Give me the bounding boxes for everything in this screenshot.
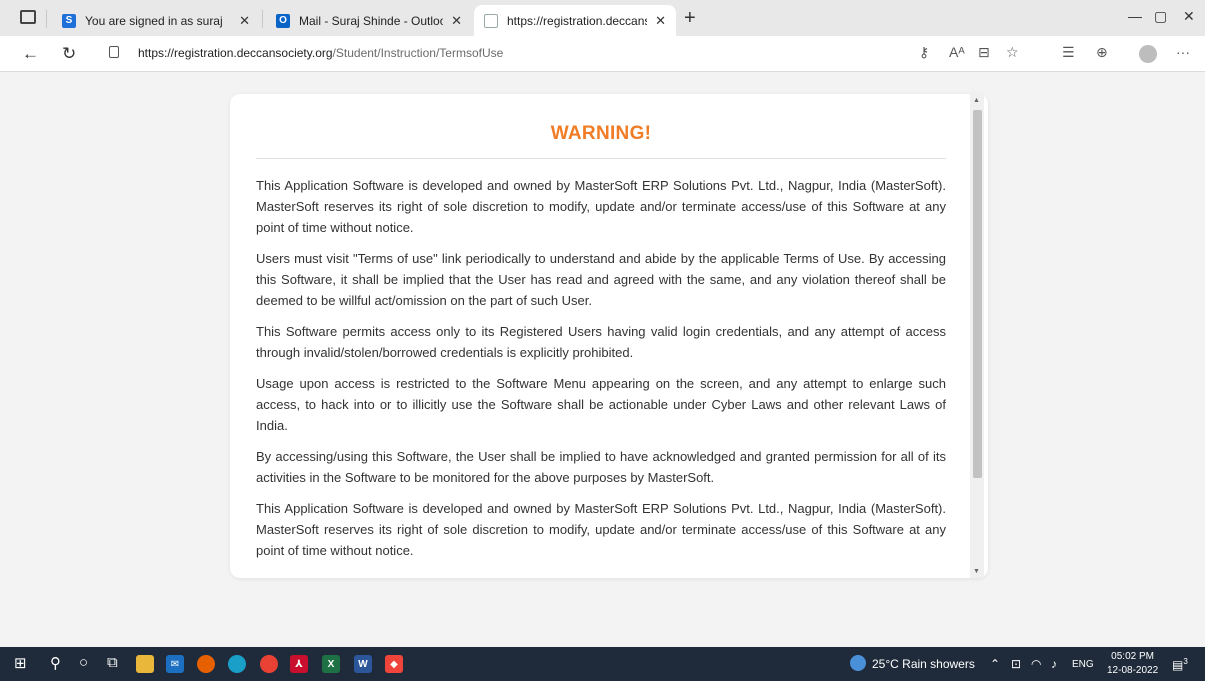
warning-paragraph: Users must visit "Terms of use" link per…: [256, 251, 946, 308]
refresh-button[interactable]: ↻: [62, 44, 76, 64]
edge-icon[interactable]: [228, 655, 246, 673]
minimize-button[interactable]: —: [1128, 8, 1142, 24]
close-window-button[interactable]: ✕: [1183, 8, 1195, 25]
warning-paragraph: This Application Software is developed a…: [256, 178, 946, 235]
notification-count: 3: [1183, 657, 1188, 666]
favorites-list-icon[interactable]: ☰: [1062, 44, 1075, 61]
immersive-reader-icon[interactable]: ⊟: [978, 44, 990, 61]
volume-icon[interactable]: ♪: [1051, 657, 1057, 671]
restore-button[interactable]: ▢: [1154, 8, 1167, 25]
warning-paragraph: This Application Software is developed a…: [256, 501, 946, 558]
tab-close-icon[interactable]: ✕: [451, 13, 462, 29]
scrollbar-thumb[interactable]: [973, 110, 982, 478]
mail-icon[interactable]: ✉: [166, 655, 184, 673]
navigation-bar: ← ↻ https://registration.deccansociety.o…: [0, 36, 1205, 72]
warning-paragraph: By accessing/using this Software, the Us…: [256, 449, 946, 485]
tab-signed-in[interactable]: S You are signed in as suraj ✕: [52, 5, 260, 36]
firefox-icon[interactable]: [197, 655, 215, 673]
system-clock[interactable]: 05:02 PM 12-08-2022: [1107, 650, 1158, 678]
chrome-icon[interactable]: [260, 655, 278, 673]
tray-chevron-icon[interactable]: ⌃: [990, 657, 1000, 671]
favorite-star-icon[interactable]: ☆: [1006, 44, 1019, 61]
profile-icon[interactable]: [1139, 45, 1157, 63]
meet-now-icon[interactable]: ⊡: [1011, 657, 1021, 671]
menu-more-icon[interactable]: ···: [1176, 44, 1190, 60]
weather-text[interactable]: 25°C Rain showers: [872, 657, 975, 671]
task-view-icon[interactable]: ⧉: [107, 654, 118, 671]
url-text: https://registration.deccansociety.org/S…: [138, 46, 504, 60]
warning-paragraph: This Software permits access only to its…: [256, 324, 946, 360]
tab-registration[interactable]: https://registration.deccansociety ✕: [474, 5, 676, 36]
clock-date: 12-08-2022: [1107, 665, 1159, 676]
acrobat-icon[interactable]: ⅄: [290, 655, 308, 673]
word-icon[interactable]: W: [354, 655, 372, 673]
tab-title: Mail - Suraj Shinde - Outlook: [299, 13, 444, 28]
tab-close-icon[interactable]: ✕: [655, 13, 666, 29]
read-aloud-icon[interactable]: Aᴬ: [949, 44, 965, 60]
scroll-up-icon[interactable]: ▲: [973, 97, 980, 104]
tab-title: https://registration.deccansociety: [507, 13, 647, 28]
page-viewport: WARNING! This Application Software is de…: [0, 72, 1205, 647]
scroll-down-icon[interactable]: ▼: [973, 568, 980, 575]
warning-content: WARNING! This Application Software is de…: [256, 94, 946, 571]
warning-paragraph: Usage upon access is restricted to the S…: [256, 376, 946, 433]
clock-time: 05:02 PM: [1111, 651, 1154, 662]
tab-outlook-mail[interactable]: O Mail - Suraj Shinde - Outlook ✕: [266, 5, 472, 36]
weather-icon[interactable]: [850, 655, 866, 671]
language-indicator[interactable]: ENG: [1072, 659, 1094, 670]
collections-icon[interactable]: ⊕: [1096, 44, 1108, 61]
tab-title: You are signed in as suraj: [85, 13, 223, 28]
anydesk-icon[interactable]: ◆: [385, 655, 403, 673]
sulekha-favicon-icon: S: [62, 13, 76, 28]
search-icon[interactable]: ⚲: [50, 654, 61, 672]
new-tab-button[interactable]: +: [684, 7, 696, 30]
tab-close-icon[interactable]: ✕: [239, 13, 250, 29]
notification-icon[interactable]: ▤3: [1172, 657, 1188, 672]
cortana-icon[interactable]: ○: [79, 654, 88, 671]
tab-actions-icon[interactable]: [20, 10, 36, 24]
network-icon[interactable]: ◠: [1031, 657, 1041, 671]
warning-card: WARNING! This Application Software is de…: [230, 94, 988, 578]
tab-separator: [262, 10, 263, 28]
warning-title: WARNING!: [550, 123, 652, 144]
file-explorer-icon[interactable]: [136, 655, 154, 673]
back-button[interactable]: ←: [22, 44, 39, 64]
windows-start-icon[interactable]: ⊞: [14, 654, 27, 672]
excel-icon[interactable]: X: [322, 655, 340, 673]
tab-strip: S You are signed in as suraj ✕ O Mail - …: [0, 0, 1205, 36]
address-bar[interactable]: https://registration.deccansociety.org/S…: [97, 40, 1057, 66]
page-favicon-icon: [484, 13, 498, 28]
divider: [256, 158, 946, 159]
outlook-favicon-icon: O: [276, 13, 290, 28]
key-icon[interactable]: ⚷: [919, 44, 929, 61]
card-scrollbar[interactable]: ▲ ▼: [970, 94, 984, 578]
tab-separator: [46, 10, 47, 28]
windows-taskbar: ⊞ ⚲ ○ ⧉ ✉ ⅄ X W ◆ 25°C Rain showers ⌃ ⊡ …: [0, 647, 1205, 681]
site-info-icon[interactable]: [109, 46, 119, 58]
